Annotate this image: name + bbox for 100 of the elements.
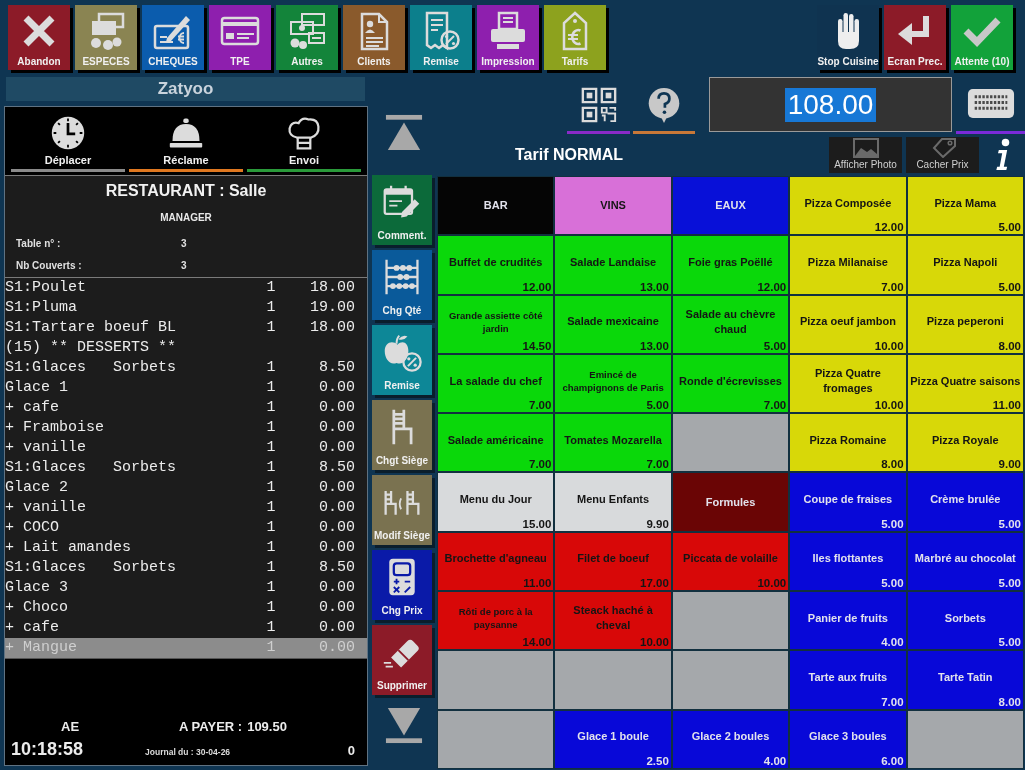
ticket-line[interactable]: + Choco 1 0.00 — [5, 598, 367, 618]
toolbar-button[interactable]: CHEQUES — [142, 5, 204, 70]
view-toggle-button[interactable]: Cacher Prix — [906, 137, 979, 173]
product-button[interactable]: Pizza Royale 9.00 — [907, 414, 1023, 472]
toolbar-button[interactable]: Ecran Prec. — [884, 5, 946, 70]
product-button[interactable]: Crème brulée 5.00 — [907, 473, 1023, 531]
view-toggle-button[interactable]: Afficher Photo — [829, 137, 902, 173]
ticket-line[interactable]: + COCO 1 0.00 — [5, 518, 367, 538]
amount-field[interactable]: 108.00 — [709, 77, 952, 132]
category-button[interactable]: VINS — [555, 177, 671, 235]
category-button[interactable]: BAR — [438, 177, 554, 235]
product-button[interactable]: Salade mexicaine 13.00 — [555, 295, 671, 353]
side-button[interactable]: Supprimer — [372, 625, 432, 695]
item-name: + COCO — [5, 518, 60, 538]
product-button[interactable]: Pizza Quatre fromages 10.00 — [790, 354, 906, 413]
ticket-line[interactable]: + Framboise 1 0.00 — [5, 418, 367, 438]
product-button[interactable]: Pizza Mama 5.00 — [907, 177, 1023, 235]
item-price: 0.00 — [318, 478, 355, 498]
product-button[interactable]: Grande assiette côté jardin 14.50 — [438, 295, 554, 353]
product-button[interactable]: Marbré au chocolat 5.00 — [907, 532, 1023, 591]
scroll-up-button[interactable] — [384, 113, 424, 153]
product-button[interactable]: Salade américaine 7.00 — [438, 414, 554, 472]
field-label: Table n° : — [16, 236, 62, 251]
product-button[interactable]: Glace 2 boules 4.00 — [672, 710, 789, 768]
item-name: S1:Glaces Sorbets — [5, 358, 178, 378]
side-button[interactable]: Modif Siège — [372, 475, 432, 545]
product-button[interactable]: Pizza Milanaise 7.00 — [790, 236, 906, 294]
action-button[interactable]: Envoi — [247, 107, 361, 169]
action-button[interactable]: Réclame — [129, 107, 243, 169]
item-name: S1:Poulet — [5, 278, 87, 298]
ticket-line[interactable]: + cafe 1 0.00 — [5, 398, 367, 418]
ticket-line[interactable]: S1:Pluma 1 19.00 — [5, 298, 367, 318]
product-button[interactable]: Pizza oeuf jambon 10.00 — [790, 295, 906, 353]
item-price: 18.00 — [309, 278, 355, 298]
item-name: + Mangue — [5, 638, 78, 658]
item-quantity: 1 — [265, 398, 277, 418]
item-name: S1:Tartare boeuf BL — [5, 318, 178, 338]
ticket-line[interactable]: (15) ** DESSERTS ** — [5, 338, 367, 358]
item-name: Glace 2 — [5, 478, 69, 498]
product-button[interactable]: Menu du Jour 15.00 — [438, 473, 554, 531]
side-button[interactable]: Remise — [372, 325, 432, 395]
product-button[interactable]: Menu Enfants 9.90 — [555, 473, 671, 531]
toolbar-button[interactable]: TPE — [209, 5, 271, 70]
product-button[interactable]: Tarte aux fruits 7.00 — [790, 651, 906, 709]
category-button[interactable]: Formules — [672, 473, 789, 531]
ticket-line[interactable]: + vanille 1 0.00 — [5, 438, 367, 458]
product-button[interactable]: Pizza peperoni 8.00 — [907, 295, 1023, 353]
toolbar-button[interactable]: Abandon — [8, 5, 70, 70]
toolbar-button[interactable]: Remise — [410, 5, 472, 70]
item-quantity: 1 — [265, 438, 277, 458]
product-button[interactable]: Tarte Tatin 8.00 — [907, 651, 1023, 709]
toolbar-button[interactable]: Stop Cuisine — [817, 5, 879, 70]
product-button[interactable]: Glace 1 boule 2.50 — [555, 710, 671, 768]
ticket-line[interactable]: Glace 2 1 0.00 — [5, 478, 367, 498]
product-button[interactable]: Ronde d'écrevisses 7.00 — [672, 354, 789, 413]
side-button[interactable]: Chgt Siège — [372, 400, 432, 470]
scroll-down-button[interactable] — [384, 705, 424, 745]
ticket-line[interactable]: S1:Glaces Sorbets 1 8.50 — [5, 558, 367, 578]
product-button[interactable]: La salade du chef 7.00 — [438, 354, 554, 413]
toolbar-button[interactable]: Impression — [477, 5, 539, 70]
product-button[interactable]: Pizza Romaine 8.00 — [790, 414, 906, 472]
product-button[interactable]: Iles flottantes 5.00 — [790, 532, 906, 591]
photo-icon — [850, 138, 881, 158]
product-button[interactable]: Glace 3 boules 6.00 — [790, 710, 906, 768]
ticket-line[interactable]: + cafe 1 0.00 — [5, 618, 367, 638]
product-button[interactable]: Pizza Quatre saisons 11.00 — [907, 354, 1023, 413]
ticket-line[interactable]: Glace 3 1 0.00 — [5, 578, 367, 598]
ticket-line[interactable]: + vanille 1 0.00 — [5, 498, 367, 518]
side-button[interactable]: Chg Prix — [372, 550, 432, 620]
ticket-line[interactable]: Glace 1 1 0.00 — [5, 378, 367, 398]
product-button[interactable]: Foie gras Poëllé 12.00 — [672, 236, 789, 294]
product-button[interactable]: Salade au chèvre chaud 5.00 — [672, 295, 789, 353]
product-button[interactable]: Pizza Napoli 5.00 — [907, 236, 1023, 294]
category-button[interactable]: EAUX — [672, 177, 789, 235]
product-button[interactable]: Emincé de champignons de Paris 5.00 — [555, 354, 671, 413]
product-button[interactable]: Pizza Composée 12.00 — [790, 177, 906, 235]
item-name: + Lait amandes — [5, 538, 133, 558]
toolbar-button[interactable]: Clients — [343, 5, 405, 70]
ticket-line[interactable]: + Lait amandes 1 0.00 — [5, 538, 367, 558]
side-button[interactable]: Chg Qté — [372, 250, 432, 320]
action-button[interactable]: Déplacer — [11, 107, 125, 169]
product-button[interactable]: Salade Landaise 13.00 — [555, 236, 671, 294]
product-button[interactable]: Panier de fruits 4.00 — [790, 592, 906, 650]
ticket-line[interactable]: S1:Glaces Sorbets 1 8.50 — [5, 458, 367, 478]
product-button[interactable]: Buffet de crudités 12.00 — [438, 236, 554, 294]
ticket-line[interactable]: S1:Tartare boeuf BL 1 18.00 — [5, 318, 367, 338]
clock-icon — [50, 115, 86, 151]
amount-due-value: 109.50 — [247, 717, 287, 736]
product-button[interactable]: Sorbets 5.00 — [907, 592, 1023, 650]
product-button[interactable]: Tomates Mozarella 7.00 — [555, 414, 671, 472]
abacus-icon — [382, 257, 422, 297]
ticket-line[interactable]: S1:Glaces Sorbets 1 8.50 — [5, 358, 367, 378]
item-quantity: 1 — [265, 538, 277, 558]
toolbar-button[interactable]: Autres — [276, 5, 338, 70]
ticket-line[interactable]: S1:Poulet 1 18.00 — [5, 278, 367, 298]
side-button[interactable]: Comment. — [372, 175, 432, 245]
item-quantity: 1 — [265, 478, 277, 498]
item-quantity: 1 — [265, 518, 277, 538]
arrow-up-icon — [385, 114, 423, 152]
product-button[interactable]: Coupe de fraises 5.00 — [790, 473, 906, 531]
